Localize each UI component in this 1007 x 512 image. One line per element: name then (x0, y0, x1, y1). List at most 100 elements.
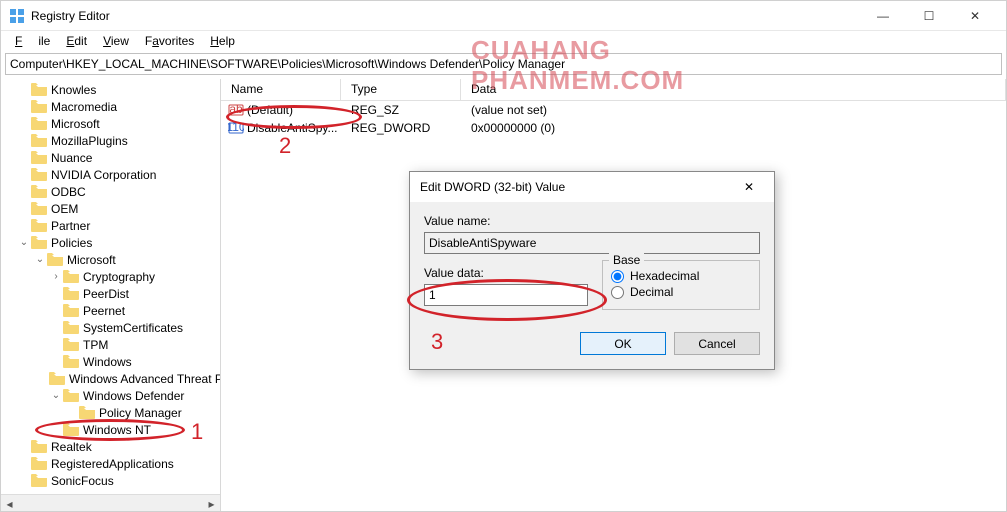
expand-icon[interactable] (17, 134, 31, 148)
expand-icon[interactable] (17, 100, 31, 114)
close-button[interactable]: ✕ (952, 1, 998, 31)
tree-label: Windows (81, 355, 134, 369)
tree-node[interactable]: ⌄ Microsoft (1, 251, 220, 268)
tree-label: Windows Defender (81, 389, 186, 403)
menu-favorites[interactable]: Favorites (137, 32, 202, 50)
tree-label: RegisteredApplications (49, 457, 176, 471)
tree-node[interactable]: SonicFocus (1, 472, 220, 489)
value-type: REG_DWORD (341, 121, 461, 135)
tree-node[interactable]: Partner (1, 217, 220, 234)
address-bar[interactable]: Computer\HKEY_LOCAL_MACHINE\SOFTWARE\Pol… (5, 53, 1002, 75)
expand-icon[interactable]: › (49, 270, 63, 284)
col-name[interactable]: Name (221, 79, 341, 100)
expand-icon[interactable] (49, 423, 63, 437)
tree-node[interactable]: OEM (1, 200, 220, 217)
expand-icon[interactable]: ⌄ (49, 389, 63, 403)
tree-node[interactable]: Knowles (1, 81, 220, 98)
tree-label: NVIDIA Corporation (49, 168, 158, 182)
value-row[interactable]: ab(Default)REG_SZ(value not set) (221, 101, 1006, 119)
expand-icon[interactable] (49, 287, 63, 301)
menu-help[interactable]: Help (202, 32, 243, 50)
cancel-button[interactable]: Cancel (674, 332, 760, 355)
radio-dec[interactable]: Decimal (611, 285, 751, 299)
tree-node[interactable]: Macromedia (1, 98, 220, 115)
col-type[interactable]: Type (341, 79, 461, 100)
expand-icon[interactable] (17, 168, 31, 182)
radio-dec-input[interactable] (611, 286, 624, 299)
expand-icon[interactable] (49, 338, 63, 352)
list-header[interactable]: Name Type Data (221, 79, 1006, 101)
expand-icon[interactable] (17, 185, 31, 199)
tree-node[interactable]: Windows (1, 353, 220, 370)
col-data[interactable]: Data (461, 79, 1006, 100)
tree-node[interactable]: Nuance (1, 149, 220, 166)
tree-label: Macromedia (49, 100, 119, 114)
window-title: Registry Editor (31, 9, 110, 23)
tree-node[interactable]: Realtek (1, 438, 220, 455)
tree-node[interactable]: ODBC (1, 183, 220, 200)
folder-icon (63, 304, 79, 318)
folder-icon (63, 287, 79, 301)
folder-icon (31, 236, 47, 250)
tree-node[interactable]: NVIDIA Corporation (1, 166, 220, 183)
ok-button[interactable]: OK (580, 332, 666, 355)
value-name: DisableAntiSpy... (247, 121, 341, 135)
tree-node[interactable]: Microsoft (1, 115, 220, 132)
radio-hex[interactable]: Hexadecimal (611, 269, 751, 283)
expand-icon[interactable]: ⌄ (33, 253, 47, 267)
minimize-button[interactable]: — (860, 1, 906, 31)
expand-icon[interactable]: ⌄ (17, 236, 31, 250)
tree-node[interactable]: MozillaPlugins (1, 132, 220, 149)
scroll-right-icon[interactable]: ▸ (203, 495, 220, 511)
tree-label: Microsoft (65, 253, 118, 267)
expand-icon[interactable] (17, 457, 31, 471)
maximize-button[interactable]: ☐ (906, 1, 952, 31)
tree-node[interactable]: Windows Advanced Threat Protection (1, 370, 220, 387)
tree-node[interactable]: ⌄ Policies (1, 234, 220, 251)
tree-label: Windows Advanced Threat Protection (67, 372, 221, 386)
expand-icon[interactable] (49, 304, 63, 318)
menu-file[interactable]: Fdocument.currentScript.previousElementS… (7, 32, 58, 50)
tree-node[interactable]: Policy Manager (1, 404, 220, 421)
expand-icon[interactable] (17, 83, 31, 97)
expand-icon[interactable] (17, 219, 31, 233)
scroll-left-icon[interactable]: ◂ (1, 495, 18, 511)
edit-dword-dialog: Edit DWORD (32-bit) Value ✕ Value name: … (409, 171, 775, 370)
folder-icon (63, 270, 79, 284)
expand-icon[interactable] (49, 321, 63, 335)
tree-node[interactable]: ›Cryptography (1, 268, 220, 285)
tree-node[interactable]: PeerDist (1, 285, 220, 302)
tree-label: PeerDist (81, 287, 131, 301)
menu-view[interactable]: View (95, 32, 137, 50)
dialog-close-button[interactable]: ✕ (734, 172, 764, 202)
folder-icon (63, 321, 79, 335)
radio-hex-input[interactable] (611, 270, 624, 283)
menu-edit[interactable]: Edit (58, 32, 95, 50)
expand-icon[interactable] (17, 117, 31, 131)
value-row[interactable]: 110DisableAntiSpy...REG_DWORD0x00000000 … (221, 119, 1006, 137)
value-data-field[interactable] (424, 284, 588, 306)
expand-icon[interactable] (17, 202, 31, 216)
expand-icon[interactable] (65, 406, 79, 420)
folder-icon (31, 117, 47, 131)
expand-icon[interactable] (49, 355, 63, 369)
tree-hscrollbar[interactable]: ◂ ▸ (1, 494, 220, 511)
tree-node[interactable]: RegisteredApplications (1, 455, 220, 472)
tree-node[interactable]: Windows NT (1, 421, 220, 438)
tree-pane[interactable]: KnowlesMacromediaMicrosoftMozillaPlugins… (1, 79, 221, 511)
expand-icon[interactable] (17, 151, 31, 165)
tree-node[interactable]: ⌄ Windows Defender (1, 387, 220, 404)
tree-label: TPM (81, 338, 110, 352)
tree-node[interactable]: TPM (1, 336, 220, 353)
app-icon (9, 8, 25, 24)
folder-icon (31, 202, 47, 216)
tree-node[interactable]: Peernet (1, 302, 220, 319)
expand-icon[interactable] (17, 440, 31, 454)
expand-icon[interactable] (17, 474, 31, 488)
tree-label: Microsoft (49, 117, 102, 131)
tree-node[interactable]: SystemCertificates (1, 319, 220, 336)
tree-label: Policies (49, 236, 94, 250)
base-legend: Base (609, 253, 644, 267)
folder-icon (79, 406, 95, 420)
folder-icon (63, 389, 79, 403)
